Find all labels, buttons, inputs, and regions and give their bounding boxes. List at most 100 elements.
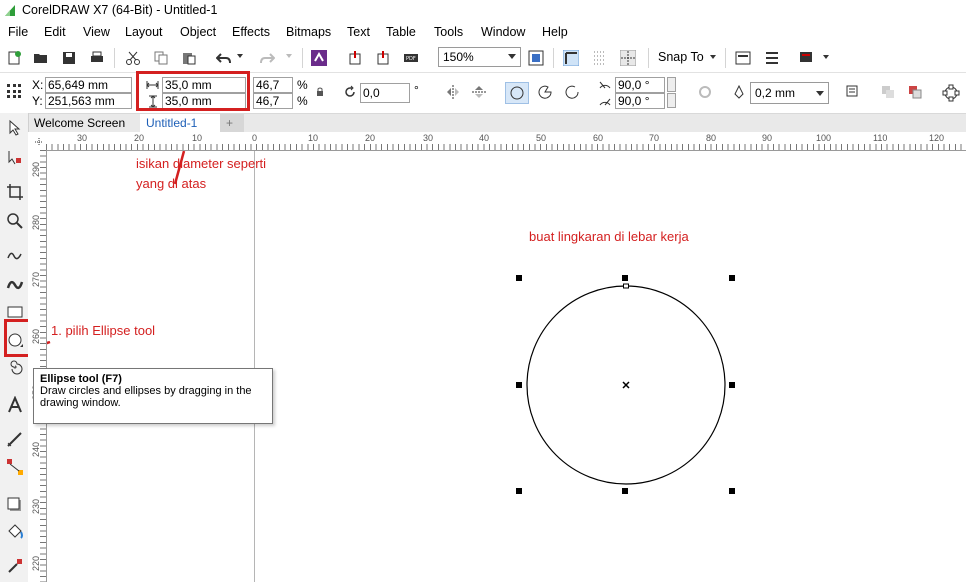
annotation-arrow-tool bbox=[47, 340, 51, 345]
ellipse-tool-icon[interactable] bbox=[6, 331, 24, 349]
start-angle-spinner[interactable] bbox=[667, 77, 676, 92]
spiral-tool-icon[interactable] bbox=[6, 358, 24, 376]
text-tool-icon[interactable] bbox=[6, 396, 24, 414]
end-angle-field[interactable]: 90,0 ° bbox=[615, 93, 665, 109]
tab-welcome-screen[interactable]: Welcome Screen bbox=[28, 114, 148, 132]
zoom-tool-icon[interactable] bbox=[6, 212, 24, 230]
end-angle-spinner[interactable] bbox=[667, 93, 676, 108]
center-marker-icon bbox=[622, 381, 630, 389]
to-back-icon[interactable] bbox=[907, 84, 923, 100]
show-rulers-icon[interactable] bbox=[563, 50, 579, 66]
fill-tool-icon[interactable] bbox=[6, 523, 24, 541]
mirror-horizontal-icon[interactable] bbox=[445, 84, 461, 100]
selection-handle-left[interactable] bbox=[516, 382, 522, 388]
snap-dropdown-icon[interactable] bbox=[710, 55, 716, 59]
horizontal-ruler[interactable]: 30 20 10 0 10 20 30 40 50 60 70 80 90 10… bbox=[28, 132, 966, 151]
redo-icon[interactable] bbox=[259, 50, 275, 66]
export-icon[interactable] bbox=[375, 50, 391, 66]
redo-dropdown-icon[interactable] bbox=[286, 54, 292, 58]
menu-effects[interactable]: Effects bbox=[232, 25, 270, 39]
print-icon[interactable] bbox=[89, 50, 105, 66]
connector-tool-icon[interactable] bbox=[6, 458, 24, 476]
outline-width-combo[interactable]: 0,2 mm bbox=[750, 82, 829, 104]
lock-ratio-icon[interactable] bbox=[316, 87, 324, 97]
drawing-window[interactable]: isikan diameter seperti yang di atas bua… bbox=[47, 151, 966, 582]
menu-layout[interactable]: Layout bbox=[125, 25, 163, 39]
selection-handle-top[interactable] bbox=[622, 275, 628, 281]
annotation-diameter-line1: isikan diameter seperti bbox=[136, 156, 267, 171]
object-origin-icon[interactable] bbox=[6, 83, 22, 99]
menu-text[interactable]: Text bbox=[347, 25, 370, 39]
ellipse-mode-button[interactable] bbox=[505, 82, 529, 104]
undo-dropdown-icon[interactable] bbox=[237, 54, 243, 58]
ellipse-node[interactable] bbox=[623, 283, 629, 289]
menu-view[interactable]: View bbox=[83, 25, 110, 39]
selection-handle-right[interactable] bbox=[729, 382, 735, 388]
launcher-dropdown-icon[interactable] bbox=[823, 55, 829, 59]
selection-handle-bottom-right[interactable] bbox=[729, 488, 735, 494]
rotate-icon bbox=[345, 85, 355, 97]
menu-file[interactable]: File bbox=[8, 25, 28, 39]
window-title: CorelDRAW X7 (64-Bit) - Untitled-1 bbox=[22, 3, 218, 17]
start-angle-field[interactable]: 90,0 ° bbox=[615, 77, 665, 93]
import-icon[interactable] bbox=[347, 50, 363, 66]
eyedropper-tool-icon[interactable] bbox=[6, 557, 24, 575]
zoom-level-combo[interactable]: 150% bbox=[438, 47, 521, 67]
menu-help[interactable]: Help bbox=[542, 25, 568, 39]
size-highlight-box bbox=[136, 71, 250, 111]
new-tab-button[interactable]: + bbox=[220, 114, 244, 132]
welcome-screen-icon[interactable] bbox=[735, 50, 751, 66]
publish-pdf-icon[interactable]: PDF bbox=[403, 50, 419, 66]
snap-to-label[interactable]: Snap To bbox=[658, 50, 704, 64]
selection-handle-top-right[interactable] bbox=[729, 275, 735, 281]
selection-handle-top-left[interactable] bbox=[516, 275, 522, 281]
menu-window[interactable]: Window bbox=[481, 25, 525, 39]
menu-edit[interactable]: Edit bbox=[44, 25, 66, 39]
paste-icon[interactable] bbox=[181, 50, 197, 66]
menu-object[interactable]: Object bbox=[180, 25, 216, 39]
pie-mode-icon[interactable] bbox=[538, 85, 552, 99]
new-document-icon[interactable] bbox=[6, 50, 22, 66]
undo-icon[interactable] bbox=[216, 50, 232, 66]
ruler-origin-icon[interactable] bbox=[33, 136, 45, 148]
ruler-h-label: 50 bbox=[536, 133, 547, 143]
percent-y-label: % bbox=[297, 94, 308, 108]
show-grid-icon[interactable] bbox=[592, 50, 608, 66]
drop-shadow-tool-icon[interactable] bbox=[6, 496, 24, 514]
selection-handle-bottom[interactable] bbox=[622, 488, 628, 494]
vertical-ruler[interactable]: 290 280 270 260 250 240 230 220 bbox=[28, 150, 47, 582]
copy-icon[interactable] bbox=[153, 50, 169, 66]
convert-to-curves-icon[interactable] bbox=[942, 84, 960, 102]
x-position-field[interactable]: 65,649 mm bbox=[45, 77, 132, 93]
search-content-icon[interactable] bbox=[311, 50, 327, 66]
cut-icon[interactable] bbox=[125, 50, 141, 66]
to-front-icon[interactable] bbox=[880, 84, 896, 100]
wrap-text-icon[interactable] bbox=[845, 84, 861, 100]
pick-tool-icon[interactable] bbox=[6, 119, 24, 137]
artistic-media-icon[interactable] bbox=[6, 276, 24, 294]
application-launcher-icon[interactable] bbox=[798, 50, 814, 66]
dimension-tool-icon[interactable] bbox=[6, 431, 24, 449]
freehand-tool-icon[interactable] bbox=[6, 246, 24, 264]
annotation-circle-note: buat lingkaran di lebar kerja bbox=[529, 229, 689, 244]
arc-mode-icon[interactable] bbox=[565, 85, 579, 99]
full-screen-preview-icon[interactable] bbox=[528, 50, 544, 66]
scale-x-field[interactable]: 46,7 bbox=[253, 77, 293, 93]
scale-y-field[interactable]: 46,7 bbox=[253, 93, 293, 109]
shape-tool-icon[interactable] bbox=[6, 148, 24, 166]
selection-handle-bottom-left[interactable] bbox=[516, 488, 522, 494]
menu-table[interactable]: Table bbox=[386, 25, 416, 39]
save-icon[interactable] bbox=[61, 50, 77, 66]
degree-label: ° bbox=[414, 83, 419, 97]
show-guidelines-icon[interactable] bbox=[620, 50, 636, 66]
change-direction-icon[interactable] bbox=[698, 85, 712, 99]
open-folder-icon[interactable] bbox=[33, 50, 49, 66]
y-position-field[interactable]: 251,563 mm bbox=[45, 93, 132, 109]
menu-tools[interactable]: Tools bbox=[434, 25, 463, 39]
mirror-vertical-icon[interactable] bbox=[471, 84, 487, 100]
crop-tool-icon[interactable] bbox=[6, 183, 24, 201]
options-icon[interactable] bbox=[764, 50, 780, 66]
menu-bitmaps[interactable]: Bitmaps bbox=[286, 25, 331, 39]
tab-untitled-1[interactable]: Untitled-1 bbox=[140, 114, 232, 132]
rotation-field[interactable]: 0,0 bbox=[360, 83, 410, 103]
